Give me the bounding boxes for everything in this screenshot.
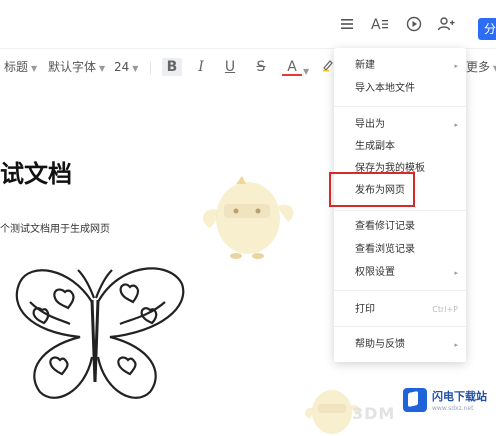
- brand-logo: 闪电下载站 www.sdxz.net: [396, 383, 496, 423]
- watermark-mascot: [203, 176, 294, 259]
- strikethrough-button[interactable]: S: [251, 58, 271, 76]
- chevron-right-icon: ▸: [454, 269, 458, 277]
- menu-item-label: 新建: [355, 60, 375, 71]
- top-bar: A 分: [0, 0, 496, 49]
- play-icon[interactable]: [405, 16, 423, 34]
- underline-button[interactable]: U: [220, 58, 240, 76]
- chevron-right-icon: ▸: [454, 121, 458, 129]
- lightning-logo-icon: [403, 388, 427, 412]
- svg-text:A: A: [371, 17, 381, 32]
- italic-button[interactable]: I: [191, 58, 211, 76]
- brand-url: www.sdxz.net: [432, 405, 474, 412]
- menu-item-label: 查看修订记录: [355, 221, 415, 232]
- menu-item-label: 导入本地文件: [355, 83, 415, 94]
- more-menu[interactable]: 更多▼: [466, 59, 496, 77]
- menu-item-new[interactable]: 新建: [355, 59, 375, 73]
- menu-item-print[interactable]: 打印: [355, 303, 375, 317]
- menu-item-label: 查看浏览记录: [355, 244, 415, 255]
- menu-item-permission-settings[interactable]: 权限设置: [355, 266, 395, 280]
- font-size-label: 24: [114, 60, 130, 74]
- menu-item-label: 权限设置: [355, 267, 395, 278]
- bold-button[interactable]: B: [162, 58, 182, 76]
- menu-item-export-as[interactable]: 导出为: [355, 118, 385, 132]
- menu-divider: [334, 106, 466, 107]
- chevron-right-icon: ▸: [454, 341, 458, 349]
- menu-divider: [334, 210, 466, 211]
- font-family-label: 默认字体: [48, 60, 97, 74]
- chevron-down-icon: ▼: [132, 64, 139, 73]
- brand-name: 闪电下载站: [432, 390, 487, 403]
- paragraph-style-select[interactable]: 标题 ▼: [4, 59, 37, 77]
- font-style-icon[interactable]: A: [371, 16, 389, 34]
- share-button[interactable]: 分: [478, 18, 496, 40]
- document-title: 试文档: [0, 160, 72, 188]
- highlight-box: [329, 172, 415, 207]
- menu-divider: [334, 326, 466, 327]
- toolbar-divider: [150, 62, 151, 74]
- font-family-select[interactable]: 默认字体 ▼: [48, 59, 105, 77]
- font-size-select[interactable]: 24 ▼: [114, 59, 138, 77]
- menu-divider: [334, 290, 466, 291]
- butterfly-illustration: [15, 267, 185, 399]
- menu-item-help-feedback[interactable]: 帮助与反馈: [355, 338, 405, 352]
- menu-item-revision-history[interactable]: 查看修订记录: [355, 220, 415, 234]
- chevron-down-icon[interactable]: ▼: [300, 62, 309, 80]
- menu-item-view-history[interactable]: 查看浏览记录: [355, 243, 415, 257]
- menu-item-label: 生成副本: [355, 141, 395, 152]
- text-color-button[interactable]: A: [282, 58, 302, 76]
- hamburger-icon[interactable]: [338, 16, 356, 34]
- more-label: 更多: [466, 60, 491, 74]
- chevron-right-icon: ▸: [454, 62, 458, 70]
- print-shortcut: Ctrl+P: [432, 305, 458, 314]
- paragraph-style-label: 标题: [4, 60, 29, 74]
- menu-item-label: 导出为: [355, 119, 385, 130]
- add-user-icon[interactable]: [437, 16, 455, 34]
- menu-item-label: 帮助与反馈: [355, 339, 405, 350]
- chevron-down-icon: ▼: [99, 64, 106, 73]
- document-paragraph: 个测试文档用于生成网页: [0, 224, 110, 235]
- watermark-3dm: 3DM: [352, 404, 396, 423]
- chevron-down-icon: ▼: [31, 64, 38, 73]
- menu-item-label: 打印: [355, 304, 375, 315]
- menu-item-make-copy[interactable]: 生成副本: [355, 140, 395, 154]
- menu-item-import-local-file[interactable]: 导入本地文件: [355, 82, 415, 96]
